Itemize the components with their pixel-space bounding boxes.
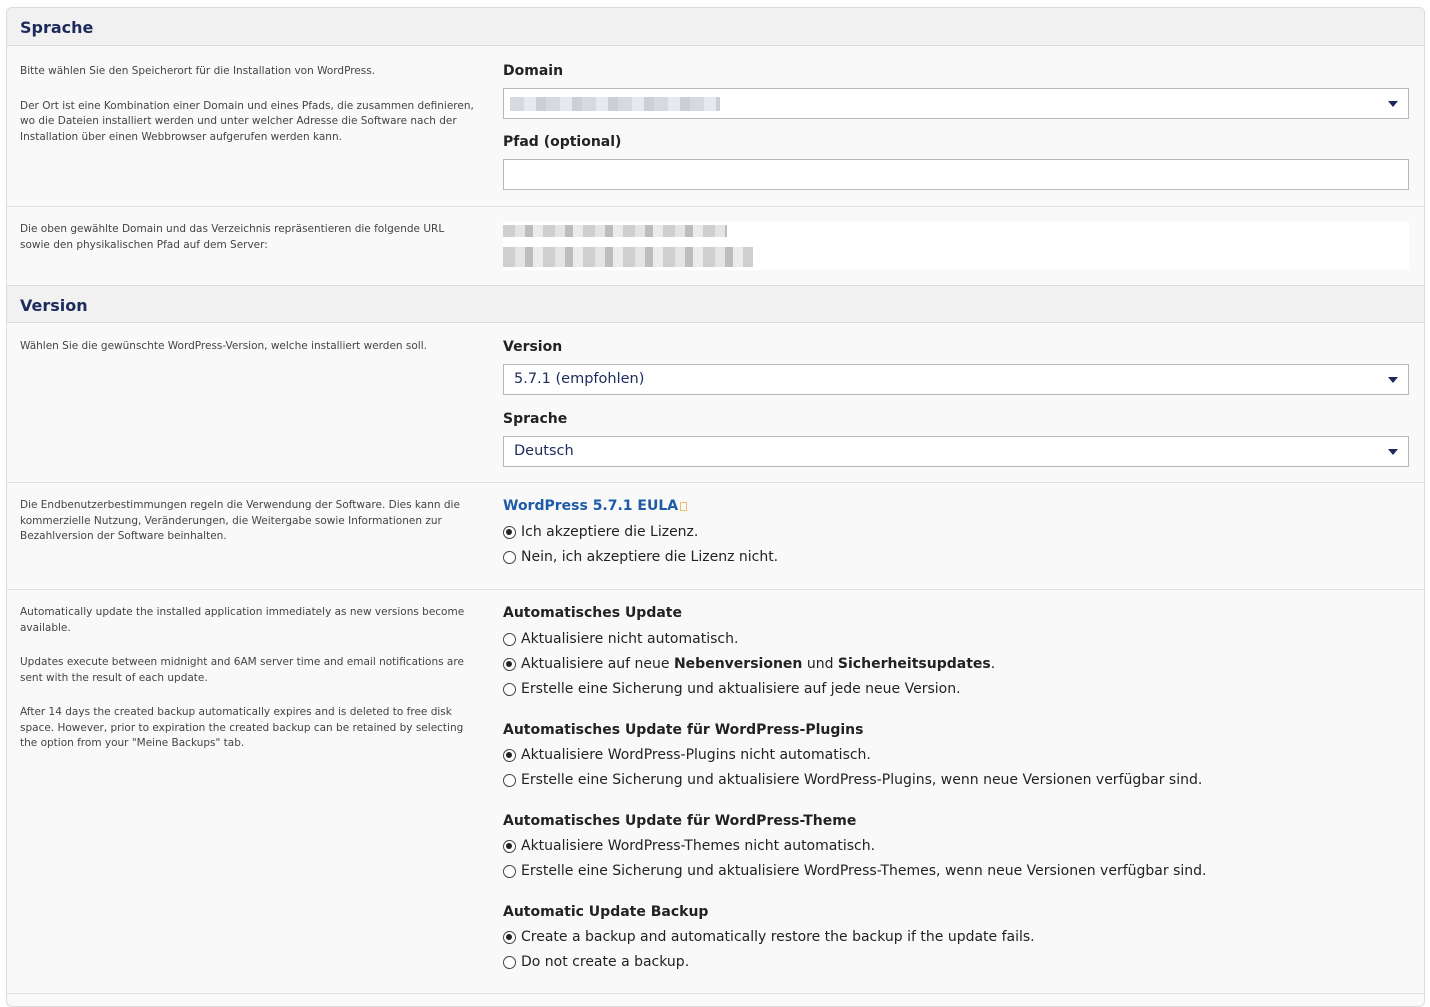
language-label: Sprache bbox=[503, 411, 568, 427]
path-label: Pfad (optional) bbox=[503, 134, 622, 150]
server-path-redacted bbox=[503, 247, 753, 267]
divider bbox=[7, 993, 1424, 994]
core-update-label: Automatisches Update bbox=[503, 605, 682, 621]
version-select-value: 5.7.1 (empfohlen) bbox=[514, 371, 645, 387]
core-update-option-minor-label: Aktualisiere auf neue Nebenversionen und… bbox=[521, 656, 995, 672]
autoupdate-help-3: After 14 days the created backup automat… bbox=[20, 706, 464, 749]
location-help-text: Bitte wählen Sie den Speicherort für die… bbox=[20, 64, 475, 164]
radio-checked-icon[interactable] bbox=[503, 839, 516, 853]
external-link-icon bbox=[680, 502, 688, 511]
divider bbox=[7, 589, 1424, 590]
autoupdate-help-text: Automatically update the installed appli… bbox=[20, 605, 475, 771]
eula-decline-label: Nein, ich akzeptiere die Lizenz nicht. bbox=[521, 549, 779, 565]
path-input[interactable] bbox=[503, 159, 1409, 190]
plugins-update-option-auto[interactable]: Erstelle eine Sicherung und aktualisiere… bbox=[503, 772, 1202, 788]
backup-update-label: Automatic Update Backup bbox=[503, 904, 709, 920]
core-update-minor-text-1: Aktualisiere auf neue bbox=[521, 656, 674, 672]
divider bbox=[7, 206, 1424, 207]
radio-checked-icon[interactable] bbox=[503, 525, 516, 539]
core-update-minor-text-3: . bbox=[990, 656, 996, 672]
autoupdate-help-1: Automatically update the installed appli… bbox=[20, 606, 465, 634]
version-label: Version bbox=[503, 339, 563, 355]
backup-option-none[interactable]: Do not create a backup. bbox=[503, 954, 689, 970]
section-title-version: Version bbox=[7, 285, 1424, 323]
plugins-update-option-auto-label: Erstelle eine Sicherung und aktualisiere… bbox=[521, 772, 1203, 788]
language-select-value: Deutsch bbox=[514, 443, 574, 459]
domain-select[interactable] bbox=[503, 88, 1409, 119]
radio-unchecked-icon[interactable] bbox=[503, 632, 516, 646]
location-help-2: Der Ort ist eine Kombination einer Domai… bbox=[20, 99, 474, 143]
eula-link[interactable]: WordPress 5.7.1 EULA bbox=[503, 498, 678, 514]
chevron-down-icon bbox=[1388, 101, 1398, 107]
eula-decline-option[interactable]: Nein, ich akzeptiere die Lizenz nicht. bbox=[503, 549, 778, 565]
radio-unchecked-icon[interactable] bbox=[503, 682, 516, 696]
version-help-text: Wählen Sie die gewünschte WordPress-Vers… bbox=[20, 340, 427, 352]
installation-settings-panel: Sprache Bitte wählen Sie den Speicherort… bbox=[6, 7, 1425, 1007]
backup-option-none-label: Do not create a backup. bbox=[521, 954, 690, 970]
url-value-redacted bbox=[503, 225, 727, 237]
themes-update-option-auto-label: Erstelle eine Sicherung und aktualisiere… bbox=[521, 863, 1207, 879]
eula-accept-label: Ich akzeptiere die Lizenz. bbox=[521, 524, 699, 540]
url-help-text: Die oben gewählte Domain und das Verzeic… bbox=[20, 223, 445, 251]
themes-update-label: Automatisches Update für WordPress-Theme bbox=[503, 813, 857, 829]
version-select[interactable]: 5.7.1 (empfohlen) bbox=[503, 364, 1409, 395]
core-update-minor-bold-1: Nebenversionen bbox=[673, 656, 803, 672]
section-title-sprache: Sprache bbox=[7, 8, 1424, 46]
domain-value-redacted bbox=[510, 97, 720, 111]
themes-update-option-auto[interactable]: Erstelle eine Sicherung und aktualisiere… bbox=[503, 863, 1206, 879]
core-update-option-minor[interactable]: Aktualisiere auf neue Nebenversionen und… bbox=[503, 656, 995, 672]
autoupdate-help-2: Updates execute between midnight and 6AM… bbox=[20, 656, 464, 684]
domain-label: Domain bbox=[503, 63, 564, 79]
radio-unchecked-icon[interactable] bbox=[503, 773, 516, 787]
radio-unchecked-icon[interactable] bbox=[503, 955, 516, 969]
radio-checked-icon[interactable] bbox=[503, 930, 516, 944]
eula-help-text: Die Endbenutzerbestimmungen regeln die V… bbox=[20, 499, 460, 542]
chevron-down-icon bbox=[1388, 377, 1398, 383]
url-preview-box bbox=[503, 222, 1409, 270]
plugins-update-option-none-label: Aktualisiere WordPress-Plugins nicht aut… bbox=[521, 747, 871, 763]
backup-option-restore-label: Create a backup and automatically restor… bbox=[521, 929, 1035, 945]
radio-checked-icon[interactable] bbox=[503, 748, 516, 762]
plugins-update-option-none[interactable]: Aktualisiere WordPress-Plugins nicht aut… bbox=[503, 747, 871, 763]
core-update-option-none-label: Aktualisiere nicht automatisch. bbox=[521, 631, 739, 647]
core-update-minor-text-2: und bbox=[802, 656, 838, 672]
eula-link-wrap[interactable]: WordPress 5.7.1 EULA bbox=[503, 498, 688, 514]
language-select[interactable]: Deutsch bbox=[503, 436, 1409, 467]
backup-option-restore[interactable]: Create a backup and automatically restor… bbox=[503, 929, 1035, 945]
core-update-option-all[interactable]: Erstelle eine Sicherung und aktualisiere… bbox=[503, 681, 961, 697]
radio-checked-icon[interactable] bbox=[503, 657, 516, 671]
radio-unchecked-icon[interactable] bbox=[503, 550, 516, 564]
eula-accept-option[interactable]: Ich akzeptiere die Lizenz. bbox=[503, 524, 698, 540]
core-update-option-none[interactable]: Aktualisiere nicht automatisch. bbox=[503, 631, 738, 647]
plugins-update-label: Automatisches Update für WordPress-Plugi… bbox=[503, 722, 864, 738]
chevron-down-icon bbox=[1388, 449, 1398, 455]
location-help-1: Bitte wählen Sie den Speicherort für die… bbox=[20, 65, 376, 77]
divider bbox=[7, 482, 1424, 483]
themes-update-option-none-label: Aktualisiere WordPress-Themes nicht auto… bbox=[521, 838, 876, 854]
themes-update-option-none[interactable]: Aktualisiere WordPress-Themes nicht auto… bbox=[503, 838, 875, 854]
radio-unchecked-icon[interactable] bbox=[503, 864, 516, 878]
core-update-minor-bold-2: Sicherheitsupdates bbox=[837, 656, 991, 672]
core-update-option-all-label: Erstelle eine Sicherung und aktualisiere… bbox=[521, 681, 961, 697]
